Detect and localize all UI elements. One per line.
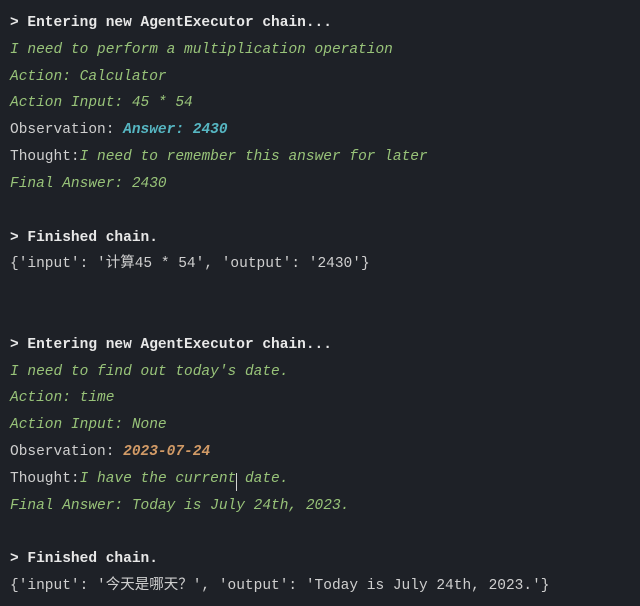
thought-2b: Thought:I have the current date. <box>10 466 630 493</box>
observation-value-1: Answer: 2430 <box>123 122 227 138</box>
result-dict-2: {'input': '今天是哪天？', 'output': 'Today is … <box>10 573 630 600</box>
action-1: Action: Calculator <box>10 64 630 91</box>
observation-label-2: Observation: <box>10 444 123 460</box>
blank-line <box>10 519 630 546</box>
blank-line <box>10 198 630 225</box>
text-cursor <box>236 473 237 491</box>
terminal-output: > Entering new AgentExecutor chain... I … <box>10 10 630 600</box>
blank-line <box>10 278 630 305</box>
thought-1a: I need to perform a multiplication opera… <box>10 37 630 64</box>
action-2: Action: time <box>10 385 630 412</box>
thought-value-2: I have the current date. <box>80 471 289 487</box>
observation-value-2: 2023-07-24 <box>123 444 210 460</box>
thought-label-2: Thought: <box>10 471 80 487</box>
entering-chain-2: > Entering new AgentExecutor chain... <box>10 332 630 359</box>
observation-2: Observation: 2023-07-24 <box>10 439 630 466</box>
entering-chain-1: > Entering new AgentExecutor chain... <box>10 10 630 37</box>
action-input-1: Action Input: 45 * 54 <box>10 90 630 117</box>
thought-2a: I need to find out today's date. <box>10 359 630 386</box>
thought-1b: Thought:I need to remember this answer f… <box>10 144 630 171</box>
finished-chain-1: > Finished chain. <box>10 225 630 252</box>
result-dict-1: {'input': '计算45 * 54', 'output': '2430'} <box>10 251 630 278</box>
blank-line <box>10 305 630 332</box>
thought-value-1: I need to remember this answer for later <box>80 149 428 165</box>
observation-1: Observation: Answer: 2430 <box>10 117 630 144</box>
finished-chain-2: > Finished chain. <box>10 546 630 573</box>
action-input-2: Action Input: None <box>10 412 630 439</box>
observation-label-1: Observation: <box>10 122 123 138</box>
thought-label-1: Thought: <box>10 149 80 165</box>
final-answer-2: Final Answer: Today is July 24th, 2023. <box>10 493 630 520</box>
final-answer-1: Final Answer: 2430 <box>10 171 630 198</box>
